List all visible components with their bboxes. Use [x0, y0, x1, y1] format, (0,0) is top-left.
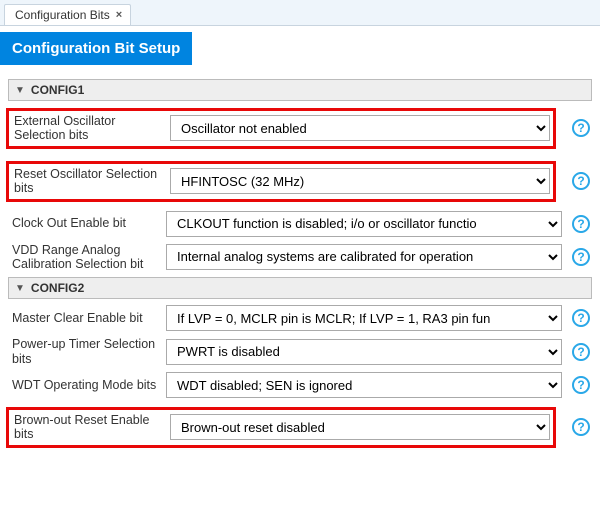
help-mclr[interactable]: ? [570, 309, 592, 327]
help-wdt[interactable]: ? [570, 376, 592, 394]
help-icon: ? [572, 418, 590, 436]
label-mclr: Master Clear Enable bit [8, 311, 158, 325]
section-title: CONFIG1 [31, 83, 84, 97]
help-icon: ? [572, 119, 590, 137]
select-ext-osc[interactable]: Oscillator not enabled [170, 115, 550, 141]
help-vdd-cal[interactable]: ? [570, 248, 592, 266]
help-icon: ? [572, 376, 590, 394]
row-vdd-cal: VDD Range Analog Calibration Selection b… [8, 243, 592, 272]
label-wdt: WDT Operating Mode bits [8, 378, 158, 392]
help-ext-osc[interactable]: ? [570, 119, 592, 137]
select-pwrt[interactable]: PWRT is disabled [166, 339, 562, 365]
tab-bar: Configuration Bits × [0, 0, 600, 26]
chevron-down-icon: ▼ [15, 283, 25, 294]
help-icon: ? [572, 343, 590, 361]
chevron-down-icon: ▼ [15, 85, 25, 96]
page-title: Configuration Bit Setup [0, 32, 192, 65]
row-clkout: Clock Out Enable bit CLKOUT function is … [8, 211, 592, 237]
label-rst-osc: Reset Oscillator Selection bits [12, 167, 162, 196]
close-icon[interactable]: × [116, 10, 122, 21]
label-vdd-cal: VDD Range Analog Calibration Selection b… [8, 243, 158, 272]
help-icon: ? [572, 215, 590, 233]
row-wdt: WDT Operating Mode bits WDT disabled; SE… [8, 372, 592, 398]
select-bor[interactable]: Brown-out reset disabled [170, 414, 550, 440]
label-pwrt: Power-up Timer Selection bits [8, 337, 158, 366]
row-pwrt: Power-up Timer Selection bits PWRT is di… [8, 337, 592, 366]
label-ext-osc: External Oscillator Selection bits [12, 114, 162, 143]
tab-config-bits[interactable]: Configuration Bits × [4, 4, 131, 25]
select-vdd-cal[interactable]: Internal analog systems are calibrated f… [166, 244, 562, 270]
help-pwrt[interactable]: ? [570, 343, 592, 361]
help-icon: ? [572, 172, 590, 190]
select-clkout[interactable]: CLKOUT function is disabled; i/o or osci… [166, 211, 562, 237]
help-icon: ? [572, 248, 590, 266]
row-mclr: Master Clear Enable bit If LVP = 0, MCLR… [8, 305, 592, 331]
section-title: CONFIG2 [31, 281, 84, 295]
section-config1-header[interactable]: ▼ CONFIG1 [8, 79, 592, 101]
row-rst-osc: Reset Oscillator Selection bits HFINTOSC… [6, 161, 556, 202]
help-rst-osc[interactable]: ? [570, 172, 592, 190]
help-bor[interactable]: ? [570, 418, 592, 436]
label-bor: Brown-out Reset Enable bits [12, 413, 162, 442]
section-config2-header[interactable]: ▼ CONFIG2 [8, 277, 592, 299]
help-icon: ? [572, 309, 590, 327]
row-bor: Brown-out Reset Enable bits Brown-out re… [6, 407, 556, 448]
select-wdt[interactable]: WDT disabled; SEN is ignored [166, 372, 562, 398]
label-clkout: Clock Out Enable bit [8, 216, 158, 230]
tab-label: Configuration Bits [15, 8, 110, 22]
select-mclr[interactable]: If LVP = 0, MCLR pin is MCLR; If LVP = 1… [166, 305, 562, 331]
row-ext-osc: External Oscillator Selection bits Oscil… [6, 108, 556, 149]
help-clkout[interactable]: ? [570, 215, 592, 233]
select-rst-osc[interactable]: HFINTOSC (32 MHz) [170, 168, 550, 194]
